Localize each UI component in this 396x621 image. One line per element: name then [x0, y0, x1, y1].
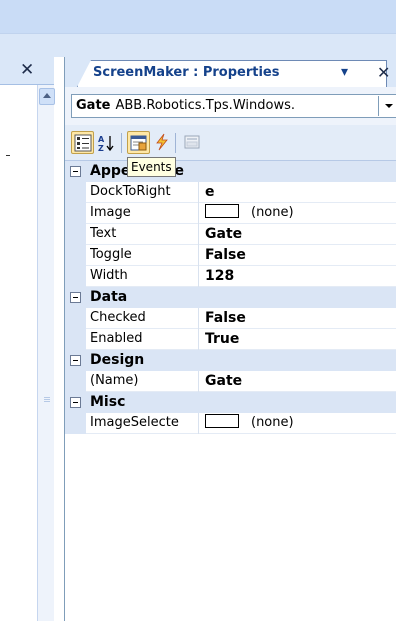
events-lightning-icon[interactable] [151, 131, 174, 154]
alphabetical-sort-icon[interactable]: AZ [95, 131, 118, 154]
close-icon[interactable]: ✕ [20, 61, 34, 79]
properties-window-title: ScreenMaker : Properties [93, 65, 280, 80]
grid-gutter [65, 371, 86, 392]
property-value[interactable]: e [205, 182, 396, 203]
property-name: Enabled [90, 329, 199, 350]
grid-gutter [65, 245, 86, 266]
top-bar [0, 0, 396, 33]
property-value[interactable]: (none) [205, 413, 396, 434]
grid-gutter [65, 203, 86, 224]
grid-gutter [65, 413, 86, 434]
collapse-icon[interactable] [70, 397, 81, 408]
property-value[interactable]: False [205, 245, 396, 266]
left-pane-tree-line [6, 155, 10, 156]
property-name: Text [90, 224, 199, 245]
property-name: Image [90, 203, 199, 224]
property-name: Checked [90, 308, 199, 329]
property-value[interactable]: False [205, 308, 396, 329]
properties-toolbar: AZ [65, 125, 396, 161]
property-row-width[interactable]: Width 128 [65, 266, 396, 287]
property-value[interactable]: Gate [205, 224, 396, 245]
left-pane-header: ✕ [0, 57, 54, 85]
category-label: Data [90, 289, 128, 305]
property-grid: Appearance DockToRight e Image (none) Te… [65, 161, 396, 621]
object-selector-dropdown[interactable]: Gate ABB.Robotics.Tps.Windows. [71, 94, 396, 118]
property-name: DockToRight [90, 182, 199, 203]
property-value[interactable]: 128 [205, 266, 396, 287]
chevron-down-icon[interactable] [378, 96, 396, 116]
collapse-icon[interactable] [70, 355, 81, 366]
property-name: Width [90, 266, 199, 287]
image-swatch [205, 414, 239, 428]
category-label: Design [90, 352, 145, 368]
object-selector-bar: Gate ABB.Robotics.Tps.Windows. [65, 87, 396, 125]
category-data[interactable]: Data [65, 287, 396, 308]
property-value[interactable]: (none) [205, 203, 396, 224]
property-name: ImageSelecte [90, 413, 199, 434]
grid-gutter [65, 224, 86, 245]
grid-gutter [65, 266, 86, 287]
collapse-icon[interactable] [70, 292, 81, 303]
property-value-text: (none) [251, 415, 294, 430]
toolbar-separator [175, 133, 176, 153]
property-value-text: (none) [251, 205, 294, 220]
object-name: Gate [76, 98, 111, 113]
svg-text:A: A [98, 135, 105, 144]
categorized-icon[interactable] [71, 131, 94, 154]
properties-icon[interactable] [127, 131, 150, 154]
scroll-up-arrow-icon[interactable] [39, 88, 55, 105]
category-design[interactable]: Design [65, 350, 396, 371]
property-name: (Name) [90, 371, 199, 392]
svg-text:Z: Z [98, 144, 104, 153]
events-tooltip: Events [127, 157, 176, 177]
property-row-checked[interactable]: Checked False [65, 308, 396, 329]
property-row-docktoright[interactable]: DockToRight e [65, 182, 396, 203]
close-icon[interactable]: ✕ [377, 63, 390, 82]
image-swatch [205, 204, 239, 218]
left-pane-scrollbar[interactable] [37, 85, 55, 621]
property-value[interactable]: True [205, 329, 396, 350]
collapse-icon[interactable] [70, 166, 81, 177]
property-row-enabled[interactable]: Enabled True [65, 329, 396, 350]
scroll-grip-icon[interactable] [39, 385, 55, 415]
property-name: Toggle [90, 245, 199, 266]
property-row-image[interactable]: Image (none) [65, 203, 396, 224]
left-pane: ✕ [0, 57, 55, 621]
category-label: Misc [90, 394, 126, 410]
property-row-name[interactable]: (Name) Gate [65, 371, 396, 392]
left-pane-content [0, 85, 38, 621]
properties-window: ScreenMaker : Properties ▾ ✕ Gate ABB.Rob… [64, 57, 396, 621]
property-row-imageselected[interactable]: ImageSelecte (none) [65, 413, 396, 434]
object-type: ABB.Robotics.Tps.Windows. [115, 98, 295, 113]
category-appearance[interactable]: Appearance [65, 161, 396, 182]
grid-gutter [65, 182, 86, 203]
properties-tab-strip: ScreenMaker : Properties ▾ ✕ [65, 57, 396, 87]
toolbar-separator [121, 133, 122, 153]
property-value[interactable]: Gate [205, 371, 396, 392]
pin-dropdown-icon[interactable]: ▾ [341, 64, 348, 80]
property-row-text[interactable]: Text Gate [65, 224, 396, 245]
category-misc[interactable]: Misc [65, 392, 396, 413]
property-pages-icon[interactable] [181, 131, 204, 154]
grid-gutter [65, 308, 86, 329]
grid-gutter [65, 329, 86, 350]
property-row-toggle[interactable]: Toggle False [65, 245, 396, 266]
top-toolbar-strip [0, 33, 396, 57]
